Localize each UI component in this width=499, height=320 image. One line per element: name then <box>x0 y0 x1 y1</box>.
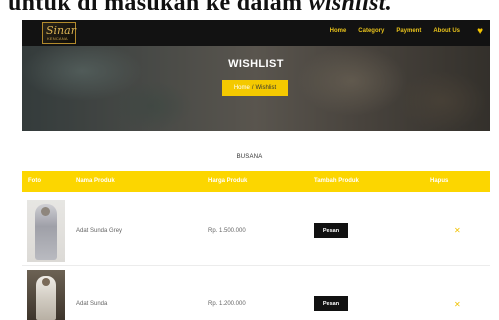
hero-banner: WISHLIST Home / Wishlist <box>22 46 490 131</box>
caption-text: untuk di masukan ke dalam wishlist. <box>8 0 392 17</box>
order-button[interactable]: Pesan <box>314 296 348 311</box>
nav-link-about-us[interactable]: About Us <box>433 28 460 34</box>
page-title: WISHLIST <box>228 58 284 70</box>
column-header-harga-produk: Harga Produk <box>208 178 248 184</box>
breadcrumb-separator: / <box>251 85 254 91</box>
order-button[interactable]: Pesan <box>314 223 348 238</box>
breadcrumb-home[interactable]: Home <box>234 85 250 91</box>
close-icon[interactable]: ✕ <box>454 301 461 309</box>
nav-link-category[interactable]: Category <box>358 28 384 34</box>
product-photo <box>27 270 65 320</box>
breadcrumb-current: Wishlist <box>255 85 277 91</box>
product-name: Adat Sunda <box>76 301 108 307</box>
product-price: Rp. 1.500.000 <box>208 228 246 234</box>
table-header: Foto Nama Produk Harga Produk Tambah Pro… <box>22 171 490 192</box>
column-header-nama-produk: Nama Produk <box>76 178 115 184</box>
document-caption: untuk di masukan ke dalam wishlist. <box>0 0 499 20</box>
nav-link-payment[interactable]: Payment <box>396 28 421 34</box>
navbar: Sinar KENCANA Home Category Payment Abou… <box>22 20 490 46</box>
product-name: Adat Sunda Grey <box>76 228 123 234</box>
product-figure <box>35 204 57 260</box>
column-header-foto: Foto <box>28 178 41 184</box>
product-figure <box>36 276 56 320</box>
column-header-hapus: Hapus <box>430 178 449 184</box>
heart-icon[interactable]: ♥ <box>477 27 483 37</box>
caption-text-start: untuk di masukan ke dalam <box>8 0 309 16</box>
column-header-tambah-produk: Tambah Produk <box>314 178 359 184</box>
close-icon[interactable]: ✕ <box>454 227 461 235</box>
breadcrumb: Home / Wishlist <box>222 80 288 96</box>
category-heading: BUSANA <box>236 154 263 160</box>
logo-subtext: KENCANA <box>47 36 68 41</box>
nav-link-home[interactable]: Home <box>330 28 347 34</box>
product-price: Rp. 1.200.000 <box>208 301 246 307</box>
caption-text-italic: wishlist. <box>308 0 393 16</box>
brand-logo[interactable]: Sinar KENCANA <box>42 22 76 44</box>
table-row: Adat Sunda Rp. 1.200.000 Pesan ✕ <box>22 267 490 320</box>
table-row: Adat Sunda Grey Rp. 1.500.000 Pesan ✕ <box>22 196 490 266</box>
product-photo <box>27 200 65 262</box>
nav-links: Home Category Payment About Us <box>330 28 460 34</box>
